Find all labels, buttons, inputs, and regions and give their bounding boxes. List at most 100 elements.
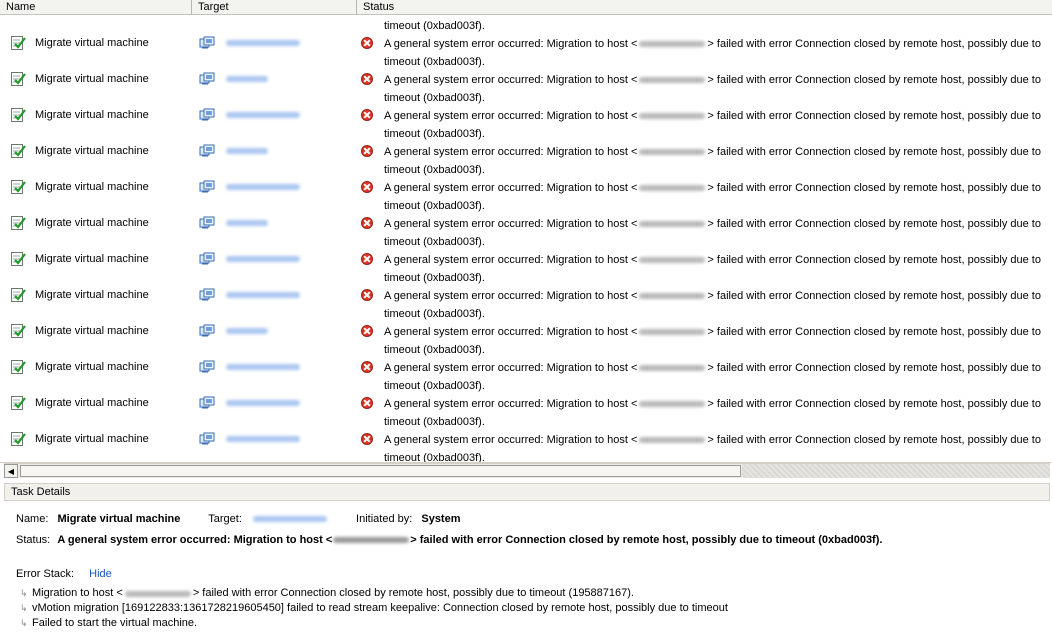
task-rows: timeout (0xbad003f). Migrate virtual mac… <box>0 15 1052 462</box>
task-name[interactable]: Migrate virtual machine <box>35 36 149 50</box>
status-text-a: A general system error occurred: Migrati… <box>384 182 638 194</box>
host-redacted <box>639 257 706 264</box>
host-redacted <box>124 590 191 597</box>
virtual-machine-icon <box>199 252 215 266</box>
target-link-redacted[interactable] <box>226 292 300 298</box>
task-check-icon <box>10 251 26 267</box>
task-check-icon <box>10 143 26 159</box>
table-row[interactable]: Migrate virtual machine A general system … <box>0 123 1052 176</box>
table-row[interactable]: Migrate virtual machine A general system … <box>0 411 1052 462</box>
host-redacted <box>639 185 706 192</box>
task-check-icon <box>10 107 26 123</box>
virtual-machine-icon <box>199 360 215 374</box>
virtual-machine-icon <box>199 36 215 50</box>
task-name[interactable]: Migrate virtual machine <box>35 108 149 122</box>
status-text-a: A general system error occurred: Migrati… <box>384 146 638 158</box>
stack-text-a: vMotion migration [169122833:13617282196… <box>32 602 728 614</box>
name-label: Name: <box>16 513 49 525</box>
status-value-a: A general system error occurred: Migrati… <box>57 534 333 546</box>
error-stack-header: Error Stack: Hide <box>16 568 112 580</box>
status-text-b: > failed with error Connection closed by… <box>707 362 1041 374</box>
hide-link[interactable]: Hide <box>89 568 112 580</box>
error-icon <box>361 109 373 121</box>
column-header-status[interactable]: Status <box>357 0 1052 15</box>
stack-arrow-icon: ↳ <box>20 588 28 598</box>
task-name[interactable]: Migrate virtual machine <box>35 324 149 338</box>
error-icon <box>361 37 373 49</box>
status-text-b: > failed with error Connection closed by… <box>707 110 1041 122</box>
target-link-redacted[interactable] <box>252 516 327 523</box>
task-name[interactable]: Migrate virtual machine <box>35 288 149 302</box>
table-row[interactable]: Migrate virtual machine A general system … <box>0 303 1052 356</box>
column-header-target[interactable]: Target <box>192 0 357 15</box>
task-name[interactable]: Migrate virtual machine <box>35 252 149 266</box>
initiated-by-value: System <box>421 513 461 525</box>
host-redacted <box>639 221 706 228</box>
status-text-a: A general system error occurred: Migrati… <box>384 218 638 230</box>
error-icon <box>361 217 373 229</box>
horizontal-scrollbar[interactable]: ◀ <box>4 463 1050 478</box>
task-name[interactable]: Migrate virtual machine <box>35 180 149 194</box>
scroll-left-arrow-icon[interactable]: ◀ <box>4 464 18 478</box>
table-row[interactable]: Migrate virtual machine A general system … <box>0 375 1052 428</box>
error-icon <box>361 361 373 373</box>
target-link-redacted[interactable] <box>226 364 300 370</box>
host-redacted <box>639 113 706 120</box>
column-header-name[interactable]: Name <box>0 0 192 15</box>
table-row[interactable]: Migrate virtual machine A general system … <box>0 339 1052 392</box>
table-row[interactable]: Migrate virtual machine A general system … <box>0 15 1052 68</box>
status-text-b: > failed with error Connection closed by… <box>707 218 1041 230</box>
status-text-b: > failed with error Connection closed by… <box>707 434 1041 446</box>
target-link-redacted[interactable] <box>226 184 300 190</box>
task-name[interactable]: Migrate virtual machine <box>35 144 149 158</box>
status-text-b: > failed with error Connection closed by… <box>707 254 1041 266</box>
virtual-machine-icon <box>199 288 215 302</box>
host-redacted <box>639 77 706 84</box>
host-redacted <box>639 329 706 336</box>
status-label: Status: <box>16 534 51 546</box>
task-name[interactable]: Migrate virtual machine <box>35 432 149 446</box>
task-name[interactable]: Migrate virtual machine <box>35 360 149 374</box>
target-link-redacted[interactable] <box>226 328 268 334</box>
virtual-machine-icon <box>199 396 215 410</box>
stack-text-a: Failed to start the virtual machine. <box>32 617 198 629</box>
host-redacted <box>639 437 706 444</box>
task-details-title: Task Details <box>4 483 1050 501</box>
table-row[interactable]: Migrate virtual machine A general system … <box>0 195 1052 248</box>
host-redacted <box>333 537 410 544</box>
task-name[interactable]: Migrate virtual machine <box>35 216 149 230</box>
target-link-redacted[interactable] <box>226 400 300 406</box>
task-check-icon <box>10 431 26 447</box>
target-link-redacted[interactable] <box>226 148 268 154</box>
table-row[interactable]: Migrate virtual machine A general system … <box>0 159 1052 212</box>
virtual-machine-icon <box>199 108 215 122</box>
status-text-a: A general system error occurred: Migrati… <box>384 290 638 302</box>
status-text-b: > failed with error Connection closed by… <box>707 182 1041 194</box>
task-name[interactable]: Migrate virtual machine <box>35 72 149 86</box>
status-text-b: > failed with error Connection closed by… <box>707 38 1041 50</box>
task-check-icon <box>10 179 26 195</box>
status-text-a: A general system error occurred: Migrati… <box>384 362 638 374</box>
status-value-b: > failed with error Connection closed by… <box>410 534 883 546</box>
target-link-redacted[interactable] <box>226 220 268 226</box>
table-row[interactable]: Migrate virtual machine A general system … <box>0 231 1052 284</box>
table-row[interactable]: Migrate virtual machine A general system … <box>0 267 1052 320</box>
target-link-redacted[interactable] <box>226 436 300 442</box>
task-check-icon <box>10 71 26 87</box>
host-redacted <box>639 293 706 300</box>
target-link-redacted[interactable] <box>226 112 300 118</box>
table-row[interactable]: Migrate virtual machine A general system … <box>0 87 1052 140</box>
initiated-by-label: Initiated by: <box>356 513 413 525</box>
target-link-redacted[interactable] <box>226 40 300 46</box>
task-details-panel: Name: Migrate virtual machine Target: In… <box>0 505 1052 635</box>
status-text-b: > failed with error Connection closed by… <box>707 398 1041 410</box>
tasks-grid: Name Target Status timeout (0xbad003f). … <box>0 0 1052 463</box>
table-row[interactable]: Migrate virtual machine A general system … <box>0 51 1052 104</box>
task-name[interactable]: Migrate virtual machine <box>35 396 149 410</box>
target-link-redacted[interactable] <box>226 256 300 262</box>
scrollbar-track[interactable] <box>742 464 1050 478</box>
scrollbar-thumb[interactable] <box>20 465 741 477</box>
target-link-redacted[interactable] <box>226 76 268 82</box>
error-icon <box>361 325 373 337</box>
stack-text-b: > failed with error Connection closed by… <box>192 587 634 599</box>
